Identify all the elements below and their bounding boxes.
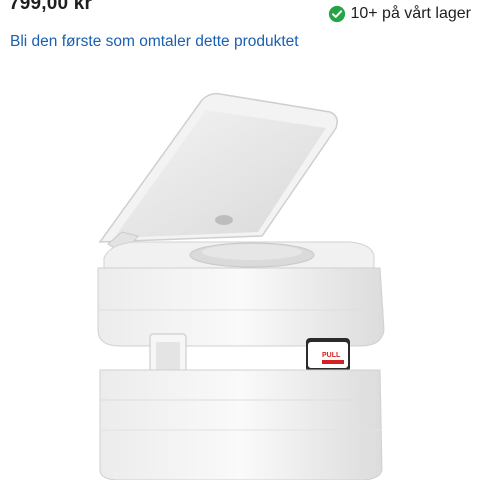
pull-label: PULL [322,352,341,359]
toilet-seat [103,241,375,271]
write-review-link[interactable]: Bli den første som omtaler dette produkt… [10,33,299,51]
check-circle-icon [329,5,346,23]
stock-status: 10+ på vårt lager [328,5,471,23]
product-image[interactable]: PULL [0,70,480,480]
upper-tank: PULL [97,267,385,372]
toilet-lid [98,92,338,255]
lower-tank [99,369,383,480]
price: 799,00 kr [9,0,93,14]
stock-text: 10+ på vårt lager [350,5,471,22]
